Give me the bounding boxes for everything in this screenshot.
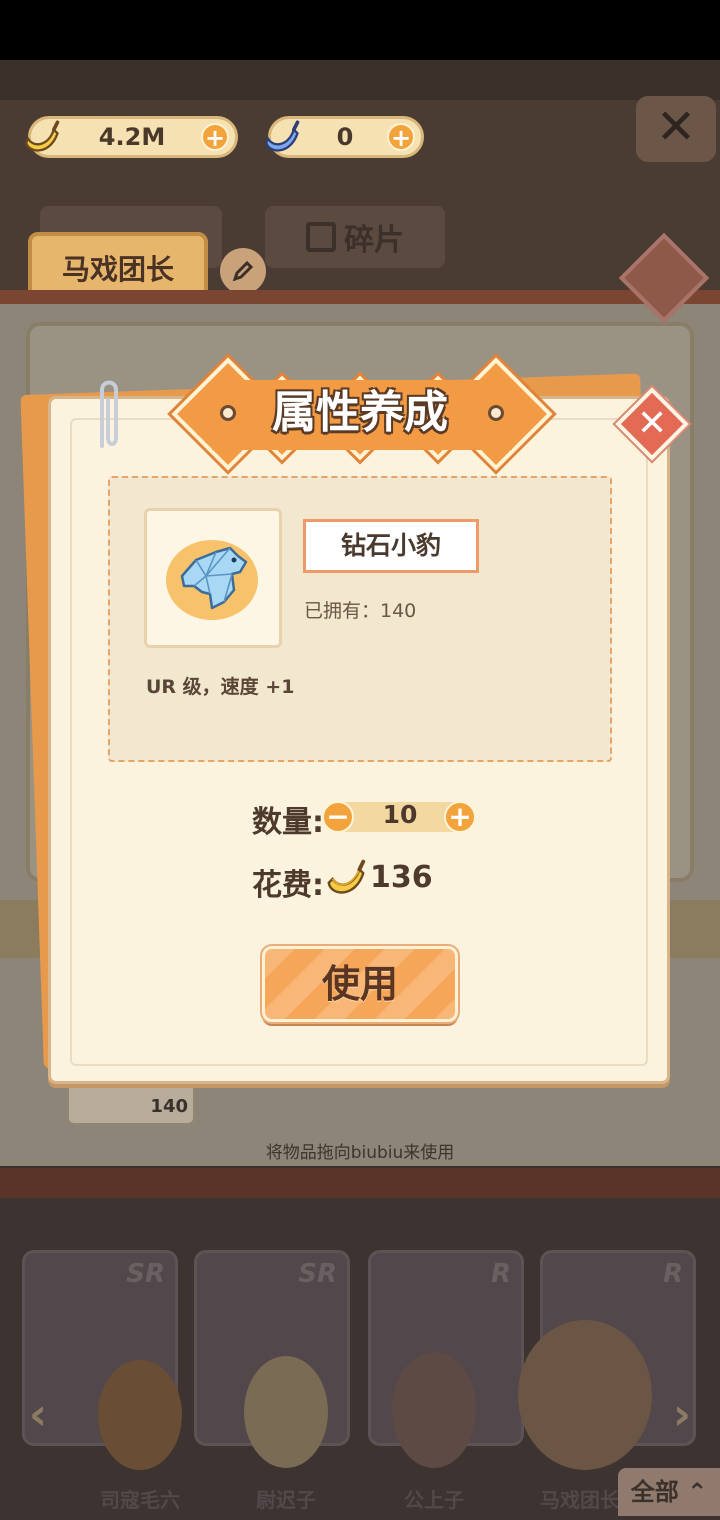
character-rank: SR [298, 1259, 337, 1289]
tab-fragments: 碎片 [265, 206, 445, 268]
character-rank: SR [126, 1259, 165, 1289]
item-description: UR 级，速度 +1 [146, 676, 295, 698]
character-avatar [98, 1360, 182, 1470]
character-avatar [244, 1356, 328, 1468]
all-filter-button: 全部 ⌃ [618, 1468, 720, 1516]
drag-hint-text: 将物品拖向biubiu来使用 [265, 1143, 455, 1163]
background-bar [0, 290, 720, 304]
banana-icon [25, 120, 60, 152]
blue-banana-amount: 0 [336, 123, 354, 151]
decrease-button[interactable]: − [322, 801, 354, 833]
character-name: 公上子 [404, 1488, 464, 1512]
blue-banana-currency: 0 + [265, 116, 424, 158]
increase-button[interactable]: + [444, 801, 476, 833]
character-name: 司寇毛六 [100, 1488, 180, 1512]
edit-icon [220, 248, 266, 294]
close-icon: ✕ [636, 402, 668, 444]
owned-count: 已拥有：140 [304, 600, 417, 622]
character-rank: R [662, 1259, 683, 1289]
background-item-count: 140 [150, 1096, 188, 1117]
puzzle-icon [306, 222, 336, 252]
quantity-value[interactable]: 10 [360, 800, 440, 829]
character-avatar-selected [518, 1320, 652, 1470]
banana-currency: 4.2M + [25, 116, 238, 158]
chevron-left-icon: ‹ [28, 1389, 48, 1440]
paperclip-icon [100, 380, 118, 448]
blue-banana-icon [265, 120, 300, 152]
banana-amount: 4.2M [98, 123, 166, 151]
diamond-leopard-icon [180, 546, 248, 610]
use-button[interactable]: 使用 [262, 946, 458, 1022]
character-rank: R [490, 1259, 511, 1289]
banana-icon [327, 859, 366, 894]
cost-value: 136 [370, 860, 433, 895]
add-banana-button[interactable]: + [201, 123, 229, 151]
add-blue-banana-button[interactable]: + [387, 123, 415, 151]
quantity-label: 数量: [252, 805, 324, 840]
status-bar [0, 0, 720, 60]
tab-circus-leader-label: 马戏团长 [61, 253, 174, 286]
background-bottom-bar [0, 1168, 720, 1198]
tab-fragments-label: 碎片 [344, 223, 404, 258]
chevron-right-icon: › [672, 1389, 692, 1440]
cost-label: 花费: [252, 868, 324, 903]
character-avatar [392, 1352, 476, 1468]
header-stripe [0, 60, 720, 100]
character-name: 尉迟子 [256, 1488, 316, 1512]
modal-title: 属性养成 [272, 387, 448, 438]
item-name: 钻石小豹 [303, 519, 479, 573]
background-close-button: ✕ [636, 96, 716, 162]
all-filter-label: 全部 [630, 1478, 679, 1506]
